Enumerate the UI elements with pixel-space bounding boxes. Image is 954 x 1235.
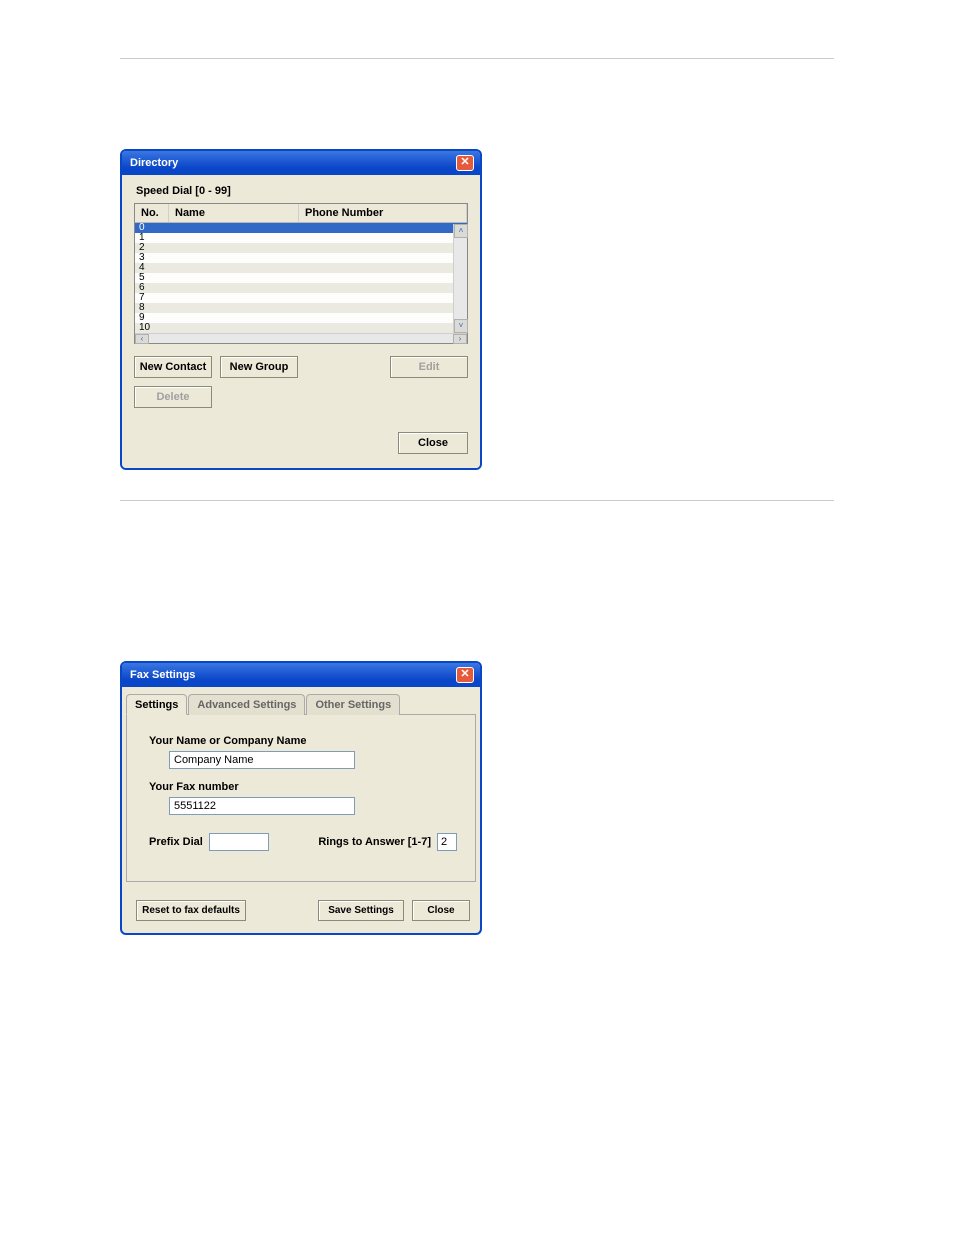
tab-advanced-settings[interactable]: Advanced Settings xyxy=(188,694,305,715)
close-button[interactable]: Close xyxy=(398,432,468,454)
speed-dial-label: Speed Dial [0 - 99] xyxy=(134,185,468,197)
table-header-row: No. Name Phone Number xyxy=(135,204,467,223)
table-row-4[interactable]: 4 xyxy=(135,263,467,273)
tab-other-settings[interactable]: Other Settings xyxy=(306,694,400,715)
header-no[interactable]: No. xyxy=(135,204,169,222)
close-icon[interactable]: ✕ xyxy=(456,155,474,171)
settings-tab-panel: Your Name or Company Name Your Fax numbe… xyxy=(126,715,476,882)
directory-titlebar[interactable]: Directory ✕ xyxy=(122,151,480,175)
scroll-left-icon[interactable]: ‹ xyxy=(135,334,149,344)
rings-to-answer-label: Rings to Answer [1-7] xyxy=(318,836,431,848)
table-row-8[interactable]: 8 xyxy=(135,303,467,313)
new-contact-button[interactable]: New Contact xyxy=(134,356,212,378)
table-row-9[interactable]: 9 xyxy=(135,313,467,323)
new-group-button[interactable]: New Group xyxy=(220,356,298,378)
scroll-down-icon[interactable]: ˅ xyxy=(454,319,468,333)
table-row-6[interactable]: 6 xyxy=(135,283,467,293)
table-row-5[interactable]: 5 xyxy=(135,273,467,283)
fax-close-button[interactable]: Close xyxy=(412,900,470,921)
fax-number-input[interactable] xyxy=(169,797,355,815)
table-row-2[interactable]: 2 xyxy=(135,243,467,253)
horizontal-scrollbar[interactable]: ‹ › xyxy=(135,333,467,343)
divider-middle xyxy=(120,500,834,501)
fax-settings-titlebar[interactable]: Fax Settings ✕ xyxy=(122,663,480,687)
save-settings-button[interactable]: Save Settings xyxy=(318,900,404,921)
prefix-dial-label: Prefix Dial xyxy=(149,836,203,848)
fax-settings-title: Fax Settings xyxy=(128,669,195,681)
name-label: Your Name or Company Name xyxy=(149,735,457,747)
table-row-10[interactable]: 10 xyxy=(135,323,467,333)
prefix-dial-input[interactable] xyxy=(209,833,269,851)
divider-top xyxy=(120,58,834,59)
reset-defaults-button[interactable]: Reset to fax defaults xyxy=(136,900,246,921)
rings-to-answer-input[interactable] xyxy=(437,833,457,851)
scroll-up-icon[interactable]: ˄ xyxy=(454,224,468,238)
vertical-scrollbar[interactable]: ˄ ˅ xyxy=(453,224,467,333)
fax-number-label: Your Fax number xyxy=(149,781,457,793)
fax-settings-dialog: Fax Settings ✕ Settings Advanced Setting… xyxy=(120,661,482,935)
speed-dial-table: No. Name Phone Number 0 1 2 3 4 5 6 7 8 xyxy=(134,203,468,344)
table-row-1[interactable]: 1 xyxy=(135,233,467,243)
header-phone[interactable]: Phone Number xyxy=(299,204,467,222)
table-row-7[interactable]: 7 xyxy=(135,293,467,303)
table-row-0[interactable]: 0 xyxy=(135,223,467,233)
header-name[interactable]: Name xyxy=(169,204,299,222)
table-row-3[interactable]: 3 xyxy=(135,253,467,263)
delete-button: Delete xyxy=(134,386,212,408)
close-icon[interactable]: ✕ xyxy=(456,667,474,683)
directory-title: Directory xyxy=(128,157,178,169)
scroll-right-icon[interactable]: › xyxy=(453,334,467,344)
edit-button: Edit xyxy=(390,356,468,378)
directory-dialog: Directory ✕ Speed Dial [0 - 99] No. Name… xyxy=(120,149,482,470)
tab-settings[interactable]: Settings xyxy=(126,694,187,715)
company-name-input[interactable] xyxy=(169,751,355,769)
